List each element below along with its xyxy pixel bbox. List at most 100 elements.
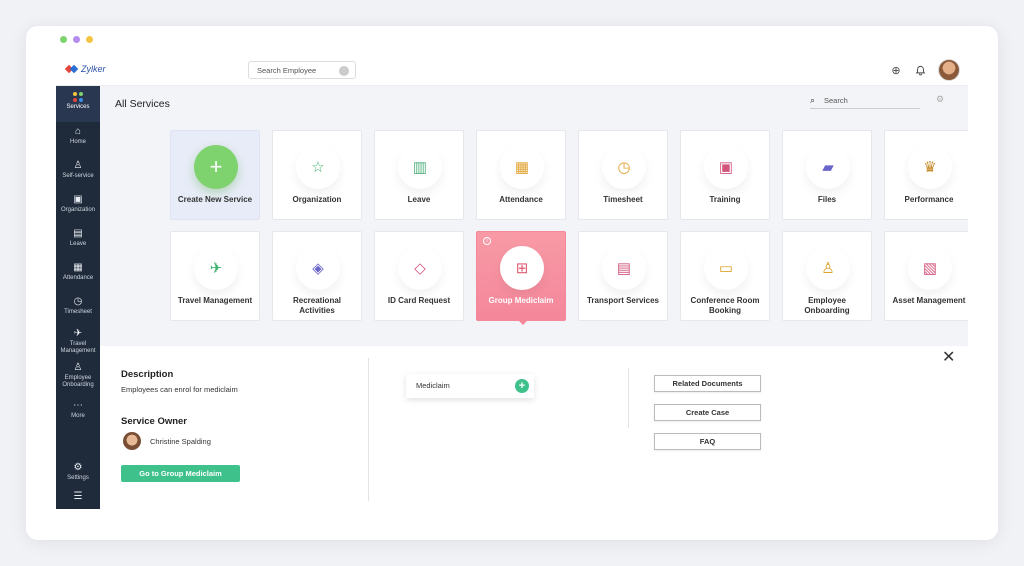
sidebar-item-timesheet[interactable]: ◷ Timesheet [56, 296, 100, 316]
add-icon[interactable]: + [515, 379, 529, 393]
sidebar-item-label: Travel Management [60, 341, 96, 354]
add-circle-icon[interactable]: ⊕ [890, 64, 902, 77]
tag-icon: ◇ [398, 246, 442, 290]
onboarding-icon: ♙ [73, 362, 83, 373]
presentation-icon: ▭ [704, 246, 748, 290]
tile-label: Transport Services [586, 296, 660, 305]
sidebar-item-self-service[interactable]: ♙ Self-service [56, 160, 100, 180]
faq-button[interactable]: FAQ [654, 433, 761, 450]
user-avatar[interactable] [938, 59, 960, 81]
tile-timesheet[interactable]: ◷ Timesheet [578, 130, 668, 220]
more-icon: ⋯ [73, 400, 83, 411]
alarm-clock-icon: ◷ [602, 145, 646, 189]
user-icon: ♙ [73, 160, 83, 171]
plus-icon: + [194, 145, 238, 189]
training-icon: ▣ [704, 145, 748, 189]
top-icons: ⊕ [890, 59, 960, 81]
plane-icon: ✈ [73, 328, 83, 339]
calendar-icon: ▤ [73, 228, 83, 239]
sidebar-item-attendance[interactable]: ▦ Attendance [56, 262, 100, 282]
tile-id-card-request[interactable]: ◇ ID Card Request [374, 231, 464, 321]
tile-label: Travel Management [177, 296, 253, 305]
tile-asset-management[interactable]: ▧ Asset Management [884, 231, 968, 321]
sidebar-item-label: Employee Onboarding [62, 375, 94, 388]
logo-mark-icon [64, 63, 79, 75]
employee-search-input[interactable]: Search Employee [248, 61, 356, 79]
tile-leave[interactable]: ▥ Leave [374, 130, 464, 220]
divider [368, 358, 369, 501]
bell-icon[interactable] [914, 64, 926, 76]
mediclaim-item[interactable]: Mediclaim + [406, 374, 534, 398]
related-documents-button[interactable]: Related Documents [654, 375, 761, 392]
description-text: Employees can enrol for mediclaim [121, 385, 238, 394]
window-dot-purple[interactable] [73, 36, 80, 43]
star-icon: ☆ [296, 145, 340, 189]
gift-icon: ▥ [398, 145, 442, 189]
divider [628, 368, 629, 428]
medical-kit-icon: ⊞ [500, 246, 544, 290]
tile-label: Employee Onboarding [804, 296, 850, 315]
tile-transport-services[interactable]: ▤ Transport Services [578, 231, 668, 321]
sidebar-item-label: Self-service [62, 173, 94, 179]
bus-icon: ▤ [602, 246, 646, 290]
go-to-group-mediclaim-button[interactable]: Go to Group Mediclaim [121, 465, 240, 482]
service-search-input[interactable]: ⌕ Search [810, 93, 920, 109]
tile-group-mediclaim[interactable]: i ⊞ Group Mediclaim [476, 231, 566, 325]
trophy-icon: ♛ [908, 145, 952, 189]
info-icon[interactable]: i [483, 237, 491, 245]
window-dot-green[interactable] [60, 36, 67, 43]
page-title: All Services [115, 98, 170, 110]
clock-icon: ◷ [73, 296, 83, 307]
tile-label: Recreational Activities [292, 296, 342, 315]
create-case-button[interactable]: Create Case [654, 404, 761, 421]
selection-pointer [518, 320, 528, 325]
tile-label: Leave [407, 195, 431, 204]
search-clear-icon[interactable] [339, 66, 349, 76]
sidebar-item-label: Services [66, 104, 90, 110]
tile-performance[interactable]: ♛ Performance [884, 130, 968, 220]
tile-label: Group Mediclaim [488, 296, 554, 305]
description-heading: Description [121, 369, 174, 380]
tile-recreational-activities[interactable]: ◈ Recreational Activities [272, 231, 362, 321]
sidebar-item-label: Home [69, 139, 86, 145]
app: Zylker Search Employee ⊕ Services ⌂ Home [56, 56, 968, 509]
tile-employee-onboarding[interactable]: ♙ Employee Onboarding [782, 231, 872, 321]
sidebar-collapse-button[interactable]: ☰ [56, 491, 100, 504]
sidebar-item-employee-onboarding[interactable]: ♙ Employee Onboarding [56, 362, 100, 389]
owner-avatar [123, 432, 141, 450]
sidebar-item-label: More [71, 413, 85, 419]
folder-icon: ▰ [806, 145, 850, 189]
employee-search-placeholder: Search Employee [257, 66, 317, 75]
sidebar-item-leave[interactable]: ▤ Leave [56, 228, 100, 248]
services-panel: All Services ⌕ Search ⚙ + Create New Ser… [100, 86, 968, 346]
sidebar-item-label: Attendance [62, 275, 94, 281]
tile-label: ID Card Request [387, 296, 451, 305]
sidebar-item-label: Settings [67, 475, 89, 481]
building-icon: ▣ [73, 194, 83, 205]
sidebar-item-home[interactable]: ⌂ Home [56, 126, 100, 146]
tile-label: Conference Room Booking [690, 296, 760, 315]
calendar-check-icon: ▦ [73, 262, 83, 273]
sidebar-item-organization[interactable]: ▣ Organization [56, 194, 100, 214]
tile-organization[interactable]: ☆ Organization [272, 130, 362, 220]
tile-training[interactable]: ▣ Training [680, 130, 770, 220]
gear-icon: ⚙ [73, 462, 83, 473]
sidebar-item-travel-management[interactable]: ✈ Travel Management [56, 328, 100, 355]
sidebar-item-more[interactable]: ⋯ More [56, 400, 100, 420]
brand-name: Zylker [81, 64, 106, 74]
tile-files[interactable]: ▰ Files [782, 130, 872, 220]
sidebar-item-services[interactable]: Services [56, 86, 100, 122]
tile-attendance[interactable]: ▦ Attendance [476, 130, 566, 220]
window-dot-yellow[interactable] [86, 36, 93, 43]
sidebar-item-settings[interactable]: ⚙ Settings [56, 462, 100, 482]
tile-create-new-service[interactable]: + Create New Service [170, 130, 260, 220]
home-icon: ⌂ [74, 126, 82, 137]
close-icon[interactable]: ✕ [942, 350, 955, 366]
tile-travel-management[interactable]: ✈ Travel Management [170, 231, 260, 321]
tile-conference-room-booking[interactable]: ▭ Conference Room Booking [680, 231, 770, 321]
menu-lines-icon: ☰ [73, 491, 83, 502]
sidebar: Services ⌂ Home ♙ Self-service ▣ Organiz… [56, 86, 100, 509]
brand-logo[interactable]: Zylker [64, 63, 106, 75]
sidebar-item-label: Leave [69, 241, 87, 247]
settings-gear-icon[interactable]: ⚙ [936, 94, 944, 105]
